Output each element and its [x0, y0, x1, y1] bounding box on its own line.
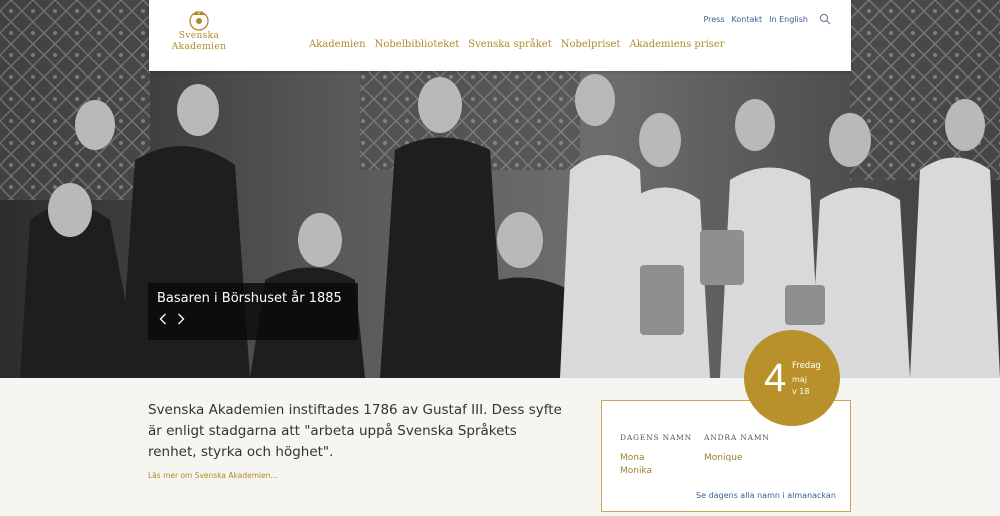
nameday-name: Mona: [620, 453, 645, 463]
main-nav: Akademien Nobelbiblioteket Svenska språk…: [309, 39, 725, 50]
chevron-right-icon[interactable]: [175, 312, 187, 326]
crest-icon: [189, 11, 209, 31]
intro-section: Svenska Akademien instiftades 1786 av Gu…: [148, 400, 568, 480]
intro-text: Svenska Akademien instiftades 1786 av Gu…: [148, 402, 562, 460]
calendar-link[interactable]: Se dagens alla namn i almanackan: [696, 491, 836, 500]
utility-nav: Press Kontakt In English: [703, 13, 831, 25]
date-month: maj: [792, 375, 807, 384]
press-link[interactable]: Press: [703, 15, 724, 24]
date-weekday: Fredag: [792, 361, 821, 371]
nav-nobelpriset[interactable]: Nobelpriset: [561, 39, 621, 50]
nav-svenska-spraket[interactable]: Svenska språket: [468, 39, 551, 50]
logo-line-2: Akademien: [171, 42, 227, 52]
carousel-controls: [157, 312, 358, 326]
todays-names-heading: DAGENS NAMN: [620, 433, 693, 442]
date-badge: 4 Fredag maj v 18: [744, 330, 840, 426]
logo[interactable]: Svenska Akademien: [169, 9, 229, 53]
other-names: ANDRA NAMN Monique: [704, 433, 770, 465]
nav-nobelbiblioteket[interactable]: Nobelbiblioteket: [375, 39, 460, 50]
date-day: 4: [764, 356, 787, 400]
logo-line-1: Svenska: [178, 31, 220, 41]
chevron-left-icon[interactable]: [157, 312, 169, 326]
english-link[interactable]: In English: [769, 15, 808, 24]
nav-akademien[interactable]: Akademien: [309, 39, 366, 50]
hero-caption: Basaren i Börshuset år 1885: [148, 283, 358, 340]
other-names-heading: ANDRA NAMN: [704, 433, 770, 442]
nav-akademiens-priser[interactable]: Akademiens priser: [629, 39, 724, 50]
other-name: Monique: [704, 453, 743, 463]
hero-caption-title: Basaren i Börshuset år 1885: [157, 291, 342, 306]
todays-names: DAGENS NAMN Mona Monika: [620, 433, 692, 478]
contact-link[interactable]: Kontakt: [732, 15, 763, 24]
nameday-name: Monika: [620, 466, 653, 476]
search-icon[interactable]: [819, 13, 831, 25]
date-week: v 18: [792, 387, 810, 396]
site-header: Svenska Akademien Press Kontakt In Engli…: [149, 0, 851, 71]
read-more-link[interactable]: Läs mer om Svenska Akademien...: [148, 471, 568, 480]
